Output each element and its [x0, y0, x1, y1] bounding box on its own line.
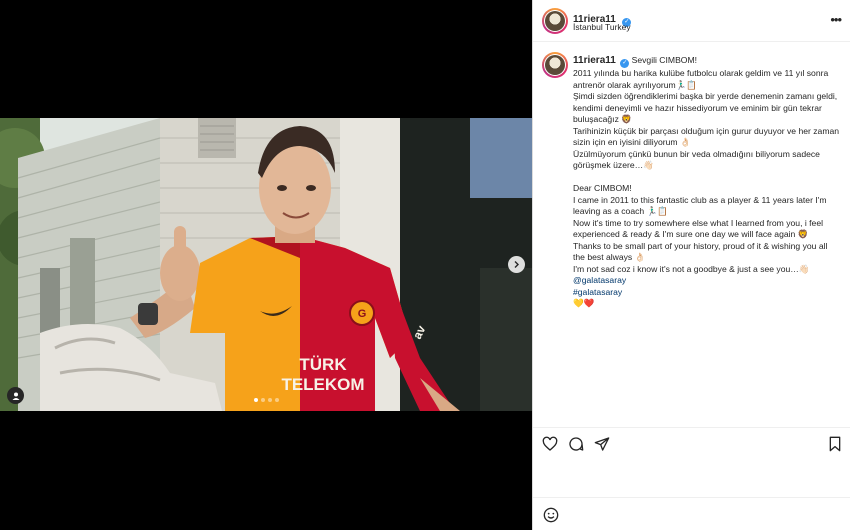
caption-text-en-0: Dear CIMBOM! [573, 183, 632, 193]
chevron-right-icon [514, 261, 519, 268]
post-caption: 11riera11 ✓ Sevgili CIMBOM! 2011 yılında… [573, 55, 841, 310]
carousel-dot [261, 398, 265, 402]
caption-text-en-1: I came in 2011 to this fantastic club as… [573, 194, 827, 217]
add-comment-bar [533, 497, 850, 530]
instagram-post-view: G TÜRK TELEKOM av 11riera11 ✓ İstanbul T… [0, 0, 850, 530]
heart-icon[interactable] [542, 436, 558, 452]
jersey-sponsor-line1: TÜRK [299, 355, 347, 374]
carousel-dot [268, 398, 272, 402]
post-side-panel: 11riera11 ✓ İstanbul Turkey ••• 11riera1… [532, 0, 850, 530]
post-header: 11riera11 ✓ İstanbul Turkey ••• [533, 0, 850, 42]
caption-text-tr-1: 2011 yılında bu harika kulübe futbolcu o… [573, 68, 829, 90]
carousel-indicator [254, 398, 279, 402]
post-location[interactable]: İstanbul Turkey [573, 22, 631, 32]
caption-text-en-3: Thanks to be small part of your history,… [573, 240, 828, 263]
verified-badge-icon: ✓ [620, 59, 630, 68]
tagged-users-button[interactable] [7, 387, 24, 404]
caption-greeting: Sevgili CIMBOM! [631, 55, 698, 65]
caption-text-en-4: I'm not sad coz i know it's not a goodby… [573, 263, 810, 274]
profile-avatar[interactable] [542, 8, 568, 34]
next-image-button[interactable] [508, 256, 525, 273]
caption-text-en-2: Now it's time to try somewhere else what… [573, 217, 824, 240]
post-photo[interactable]: G TÜRK TELEKOM av [0, 118, 532, 411]
caption-text-tr-2: Şimdi sizden öğrendiklerimi başka bir ye… [573, 91, 838, 124]
carousel-dot [275, 398, 279, 402]
caption-text-tr-4: Üzülmüyorum çünkü bunun bir veda olmadığ… [573, 148, 820, 171]
emoji-icon[interactable] [543, 507, 559, 523]
carousel-dot-active [254, 398, 258, 402]
post-media-area: G TÜRK TELEKOM av [0, 0, 532, 530]
caption-avatar[interactable] [542, 52, 568, 78]
caption-text-tr-3: Tarihinizin küçük bir parçası olduğum iç… [573, 125, 840, 148]
caption-username[interactable]: 11riera11 [573, 55, 616, 66]
comment-icon[interactable] [568, 436, 584, 452]
more-options-icon[interactable]: ••• [830, 12, 842, 27]
svg-text:G: G [358, 308, 367, 320]
share-icon[interactable] [594, 436, 610, 452]
bookmark-icon[interactable] [827, 436, 843, 452]
player-photo-illustration: G TÜRK TELEKOM av [0, 118, 532, 411]
post-actions-bar [533, 427, 850, 461]
user-tag-icon [12, 392, 19, 400]
caption-hearts: 💛❤️ [573, 298, 595, 308]
jersey-sponsor-line2: TELEKOM [281, 375, 364, 394]
mention-link[interactable]: @galatasaray [573, 275, 841, 287]
hashtag-link[interactable]: #galatasaray [573, 287, 841, 299]
